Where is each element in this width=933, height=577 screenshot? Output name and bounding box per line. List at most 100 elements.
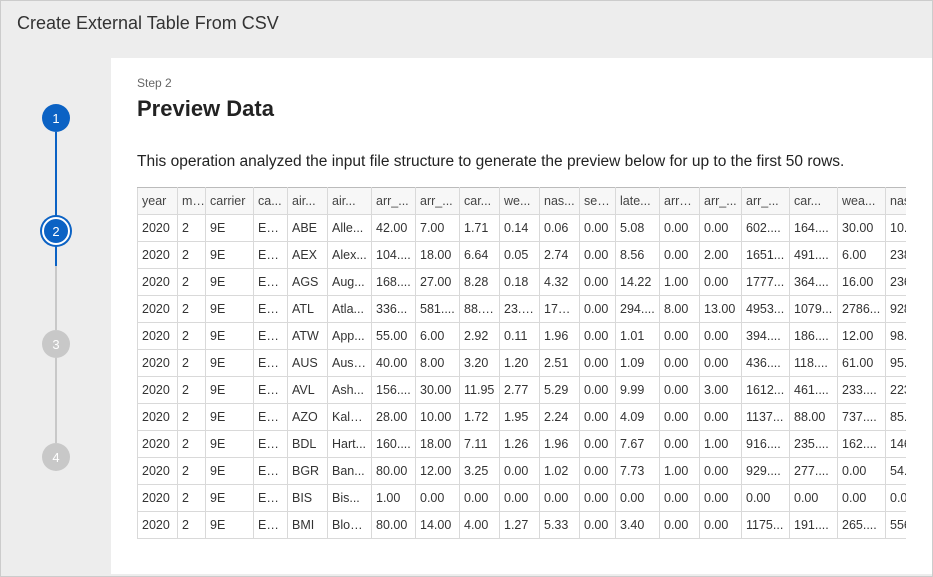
column-header[interactable]: car... — [460, 187, 500, 214]
table-cell: 0.00 — [416, 484, 460, 511]
table-cell: 146 — [886, 430, 907, 457]
table-cell: 1.95 — [500, 403, 540, 430]
column-header[interactable]: wea... — [838, 187, 886, 214]
column-header[interactable]: arr_... — [416, 187, 460, 214]
table-cell: 12.00 — [838, 322, 886, 349]
column-header[interactable]: sec... — [580, 187, 616, 214]
step-connector — [55, 245, 57, 330]
table-cell: 98. — [886, 322, 907, 349]
table-cell: 0.00 — [616, 484, 660, 511]
column-header[interactable]: m... — [178, 187, 206, 214]
table-cell: 3.00 — [700, 376, 742, 403]
column-header[interactable]: air... — [328, 187, 372, 214]
table-cell: 168.... — [372, 268, 416, 295]
table-cell: 88.22 — [460, 295, 500, 322]
table-cell: 1.96 — [540, 322, 580, 349]
content-panel: Step 2 Preview Data This operation analy… — [111, 58, 932, 574]
table-cell: 461.... — [790, 376, 838, 403]
column-header[interactable]: carrier — [206, 187, 254, 214]
table-cell: 1.71 — [460, 214, 500, 241]
table-cell: 1.02 — [540, 457, 580, 484]
table-cell: 5.33 — [540, 511, 580, 538]
table-cell: 0.00 — [660, 241, 700, 268]
table-cell: 2 — [178, 214, 206, 241]
table-cell: 2020 — [138, 457, 178, 484]
table-cell: 0.00 — [838, 457, 886, 484]
dialog-window: Create External Table From CSV 1 2 3 4 S… — [0, 0, 933, 577]
table-cell: 0.14 — [500, 214, 540, 241]
column-header[interactable]: ca... — [254, 187, 288, 214]
table-cell: 9E — [206, 430, 254, 457]
table-row[interactable]: 202029EEn...AZOKala...28.0010.001.721.95… — [138, 403, 907, 430]
table-row[interactable]: 202029EEn...ATWApp...55.006.002.920.111.… — [138, 322, 907, 349]
table-cell: 223 — [886, 376, 907, 403]
table-cell: App... — [328, 322, 372, 349]
table-cell: 2020 — [138, 322, 178, 349]
table-cell: 9E — [206, 484, 254, 511]
table-cell: 0.00 — [580, 295, 616, 322]
table-cell: 0.00 — [700, 214, 742, 241]
table-cell: 2 — [178, 241, 206, 268]
column-header[interactable]: nas... — [540, 187, 580, 214]
column-header[interactable]: arr_... — [660, 187, 700, 214]
column-header[interactable]: arr_... — [700, 187, 742, 214]
table-cell: 1.00 — [372, 484, 416, 511]
table-cell: 0.00 — [700, 403, 742, 430]
dialog-body: 1 2 3 4 Step 2 Preview Data This operati… — [1, 44, 932, 574]
table-cell: 9E — [206, 403, 254, 430]
table-cell: 156.... — [372, 376, 416, 403]
table-cell: 2020 — [138, 214, 178, 241]
step-4[interactable]: 4 — [42, 443, 70, 471]
column-header[interactable]: nas — [886, 187, 907, 214]
table-cell: 104.... — [372, 241, 416, 268]
table-row[interactable]: 202029EEn...BMIBloo...80.0014.004.001.27… — [138, 511, 907, 538]
column-header[interactable]: car... — [790, 187, 838, 214]
table-cell: 581.... — [416, 295, 460, 322]
table-row[interactable]: 202029EEn...BDLHart...160....18.007.111.… — [138, 430, 907, 457]
table-cell: 14.00 — [416, 511, 460, 538]
column-header[interactable]: we... — [500, 187, 540, 214]
table-row[interactable]: 202029EEn...AUSAust...40.008.003.201.202… — [138, 349, 907, 376]
table-cell: 0.00 — [700, 457, 742, 484]
table-cell: 8.56 — [616, 241, 660, 268]
column-header[interactable]: year — [138, 187, 178, 214]
table-row[interactable]: 202029EEn...AGSAug...168....27.008.280.1… — [138, 268, 907, 295]
table-cell: 42.00 — [372, 214, 416, 241]
table-cell: 0.00 — [580, 430, 616, 457]
table-cell: 54. — [886, 457, 907, 484]
table-cell: 1079... — [790, 295, 838, 322]
table-cell: 9E — [206, 214, 254, 241]
step-3[interactable]: 3 — [42, 330, 70, 358]
table-cell: 0.0 — [886, 484, 907, 511]
table-cell: 0.00 — [580, 403, 616, 430]
table-cell: 265.... — [838, 511, 886, 538]
table-cell: 4.00 — [460, 511, 500, 538]
table-cell: 235.... — [790, 430, 838, 457]
table-cell: 80.00 — [372, 511, 416, 538]
table-cell: 1.09 — [616, 349, 660, 376]
column-header[interactable]: late... — [616, 187, 660, 214]
table-cell: 0.00 — [540, 484, 580, 511]
table-cell: 13.00 — [700, 295, 742, 322]
table-cell: AUS — [288, 349, 328, 376]
step-1[interactable]: 1 — [42, 104, 70, 132]
table-cell: 6.00 — [838, 241, 886, 268]
column-header[interactable]: arr_... — [742, 187, 790, 214]
table-cell: 7.11 — [460, 430, 500, 457]
table-row[interactable]: 202029EEn...ABEAlle...42.007.001.710.140… — [138, 214, 907, 241]
table-row[interactable]: 202029EEn...AEXAlex...104....18.006.640.… — [138, 241, 907, 268]
table-row[interactable]: 202029EEn...ATLAtla...336...581....88.22… — [138, 295, 907, 322]
table-cell: 164.... — [790, 214, 838, 241]
table-cell: En... — [254, 484, 288, 511]
step-2[interactable]: 2 — [42, 217, 70, 245]
table-cell: 18.00 — [416, 430, 460, 457]
table-cell: 277.... — [790, 457, 838, 484]
table-row[interactable]: 202029EEn...BGRBan...80.0012.003.250.001… — [138, 457, 907, 484]
table-row[interactable]: 202029EEn...AVLAsh...156....30.0011.952.… — [138, 376, 907, 403]
table-cell: 9E — [206, 376, 254, 403]
table-cell: Atla... — [328, 295, 372, 322]
column-header[interactable]: air... — [288, 187, 328, 214]
table-cell: 1777... — [742, 268, 790, 295]
table-row[interactable]: 202029EEn...BISBis...1.000.000.000.000.0… — [138, 484, 907, 511]
column-header[interactable]: arr_... — [372, 187, 416, 214]
